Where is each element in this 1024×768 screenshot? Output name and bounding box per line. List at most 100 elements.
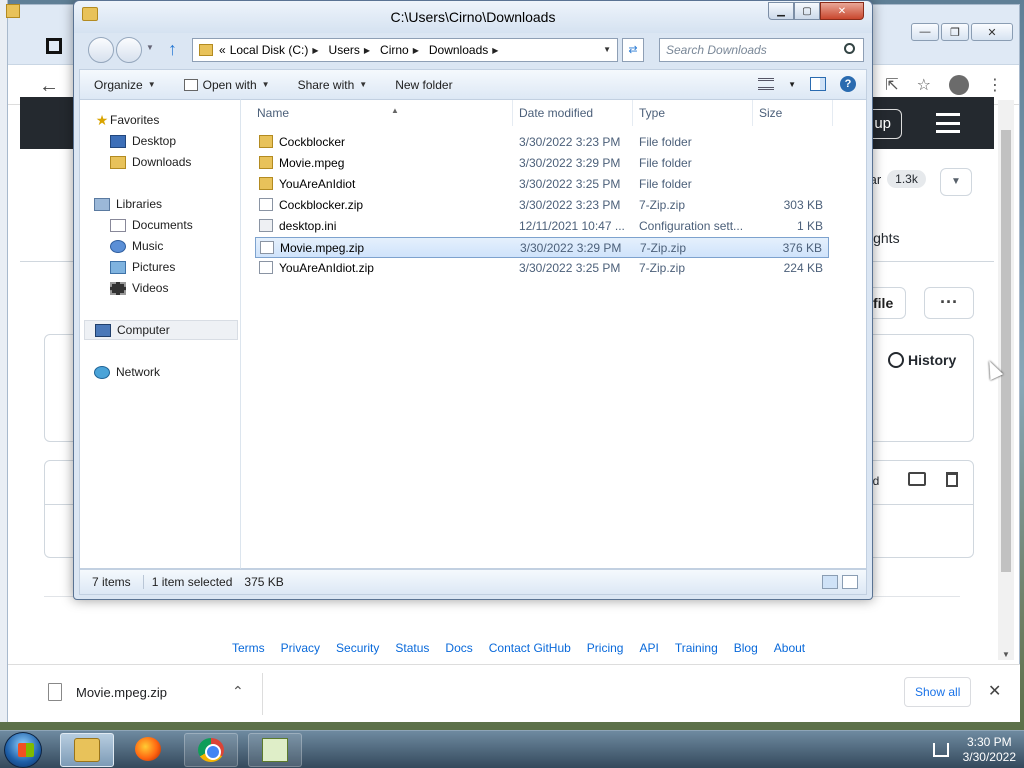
footer-link[interactable]: Contact GitHub (489, 641, 571, 655)
history-button[interactable]: History (888, 352, 956, 368)
minimize-button[interactable]: ▁ (768, 2, 794, 20)
search-icon[interactable] (844, 43, 855, 54)
maximize-button[interactable]: ❐ (941, 23, 969, 41)
more-options-button[interactable]: ··· (924, 287, 974, 319)
file-row[interactable]: Cockblocker 3/30/2022 3:23 PM File folde… (255, 132, 829, 153)
maximize-button[interactable]: ▢ (794, 2, 820, 20)
share-icon[interactable]: ⇱ (885, 75, 898, 95)
file-row[interactable]: Movie.mpeg 3/30/2022 3:29 PM File folder (255, 153, 829, 174)
address-bar[interactable]: « Local Disk (C:) ▶ Users ▶ Cirno ▶ Down… (192, 38, 618, 62)
explorer-titlebar[interactable]: C:\Users\Cirno\Downloads ▁ ▢ ✕ (74, 1, 872, 33)
footer-link[interactable]: Privacy (281, 641, 320, 655)
share-with-menu[interactable]: Share with ▼ (284, 78, 382, 92)
chevron-right-icon[interactable]: ▶ (413, 46, 419, 55)
refresh-icon[interactable]: ⇄ (622, 38, 644, 62)
file-row-selected[interactable]: Movie.mpeg.zip 3/30/2022 3:29 PM 7-Zip.z… (255, 237, 829, 258)
column-label: Type (639, 106, 666, 120)
details-view-icon[interactable] (822, 575, 838, 589)
breadcrumb-item[interactable]: Local Disk (C:) (230, 43, 309, 57)
chevron-right-icon[interactable]: ▶ (492, 46, 498, 55)
file-type: File folder (639, 156, 692, 170)
nav-computer[interactable]: Computer (84, 320, 238, 340)
minimize-button[interactable]: — (911, 23, 939, 41)
tab-insights[interactable]: ights (870, 230, 900, 246)
footer-link[interactable]: Blog (734, 641, 758, 655)
file-row[interactable]: Cockblocker.zip 3/30/2022 3:23 PM 7-Zip.… (255, 195, 829, 216)
nav-documents[interactable]: Documents (110, 215, 193, 235)
column-header-name[interactable]: Name ▲ (251, 100, 513, 126)
download-bar: Movie.mpeg.zip ⌃ Show all ✕ (6, 664, 1020, 722)
help-icon[interactable]: ? (840, 76, 856, 92)
star-dropdown-button[interactable]: ▼ (940, 168, 972, 196)
nav-libraries[interactable]: Libraries (94, 194, 162, 214)
file-row[interactable]: YouAreAnIdiot.zip 3/30/2022 3:25 PM 7-Zi… (255, 258, 829, 279)
column-header-size[interactable]: Size (753, 100, 833, 126)
close-icon[interactable]: ✕ (988, 681, 1001, 701)
breadcrumb-overflow[interactable]: « (219, 43, 226, 57)
column-header-type[interactable]: Type (633, 100, 753, 126)
checkbox-window-icon (183, 78, 198, 91)
breadcrumb-item[interactable]: Downloads (429, 43, 488, 57)
taskbar-notepad[interactable] (248, 733, 302, 767)
search-input[interactable]: Search Downloads (659, 38, 864, 62)
nav-favorites[interactable]: ★ Favorites (94, 110, 160, 130)
nav-videos[interactable]: Videos (110, 278, 168, 298)
star-bookmark-icon[interactable]: ☆ (917, 75, 931, 95)
preview-pane-icon[interactable] (810, 77, 826, 91)
nav-network[interactable]: Network (94, 362, 160, 382)
show-all-button[interactable]: Show all (904, 677, 972, 707)
large-icons-view-icon[interactable] (842, 575, 858, 589)
footer-link[interactable]: Status (395, 641, 429, 655)
file-row[interactable]: YouAreAnIdiot 3/30/2022 3:25 PM File fol… (255, 174, 829, 195)
nav-music[interactable]: Music (110, 236, 163, 256)
scroll-down-icon[interactable]: ▼ (1002, 650, 1010, 659)
file-type: 7-Zip.zip (639, 261, 686, 275)
open-with-menu[interactable]: Open with ▼ (170, 78, 284, 92)
column-header-date[interactable]: Date modified (513, 100, 633, 126)
address-dropdown-icon[interactable]: ▼ (603, 45, 611, 54)
forward-button[interactable] (116, 37, 142, 63)
trash-icon[interactable] (946, 472, 958, 487)
back-arrow-icon[interactable]: ← (39, 75, 59, 98)
download-item-name[interactable]: Movie.mpeg.zip (76, 685, 167, 700)
back-button[interactable] (88, 37, 114, 63)
chevron-right-icon[interactable]: ▶ (364, 46, 370, 55)
nav-downloads[interactable]: Downloads (110, 152, 191, 172)
scrollbar-thumb[interactable] (1001, 130, 1011, 572)
change-view-icon[interactable] (758, 78, 775, 90)
breadcrumb-item[interactable]: Cirno (380, 43, 409, 57)
nav-pictures[interactable]: Pictures (110, 257, 175, 277)
footer-link[interactable]: About (774, 641, 805, 655)
new-folder-button[interactable]: New folder (381, 78, 466, 92)
open-desktop-icon[interactable] (908, 472, 926, 486)
chevron-up-icon[interactable]: ⌃ (232, 683, 244, 700)
chevron-right-icon[interactable]: ▶ (312, 46, 318, 55)
footer-link[interactable]: API (639, 641, 658, 655)
footer-link[interactable]: Pricing (587, 641, 624, 655)
breadcrumb-item[interactable]: Users (329, 43, 360, 57)
footer-link[interactable]: Security (336, 641, 379, 655)
close-button[interactable]: ✕ (971, 23, 1013, 41)
view-dropdown-icon[interactable]: ▼ (788, 80, 796, 89)
kebab-menu-icon[interactable]: ⋮ (987, 75, 1003, 95)
recent-pages-dropdown-icon[interactable]: ▼ (146, 43, 154, 52)
nav-desktop[interactable]: Desktop (110, 131, 176, 151)
organize-menu[interactable]: Organize ▼ (80, 78, 170, 92)
star-button[interactable]: tar 1.3k (866, 170, 926, 188)
file-size: 224 KB (783, 261, 823, 275)
file-row[interactable]: desktop.ini 12/11/2021 10:47 ... Configu… (255, 216, 829, 237)
footer-link[interactable]: Docs (445, 641, 472, 655)
clock[interactable]: 3:30 PM 3/30/2022 (963, 735, 1016, 765)
footer-link[interactable]: Training (675, 641, 718, 655)
up-arrow-icon[interactable]: ↑ (168, 39, 177, 60)
profile-avatar[interactable] (949, 75, 969, 95)
close-button[interactable]: ✕ (820, 2, 864, 20)
file-name: Cockblocker (279, 135, 346, 149)
footer-link[interactable]: Terms (232, 641, 265, 655)
hamburger-menu-icon[interactable] (936, 113, 960, 133)
taskbar-firefox[interactable] (122, 733, 176, 767)
network-status-icon[interactable] (932, 743, 949, 757)
taskbar-explorer[interactable] (60, 733, 114, 767)
start-button[interactable] (4, 732, 42, 768)
taskbar-chrome[interactable] (184, 733, 238, 767)
